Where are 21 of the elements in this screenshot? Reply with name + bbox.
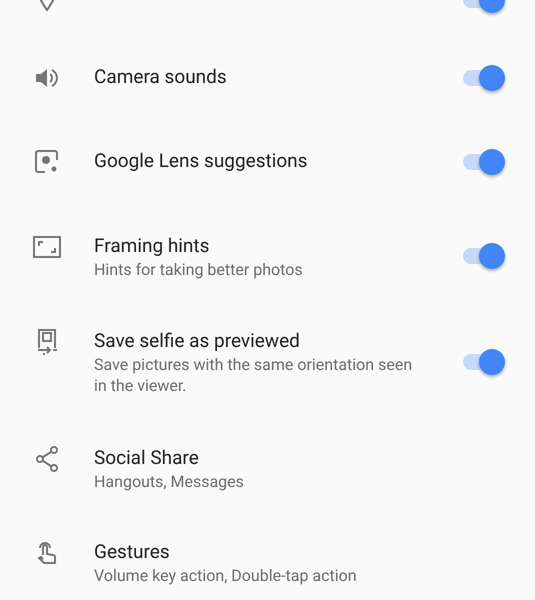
setting-title: Social Share [94,444,200,470]
share-icon [34,444,60,472]
setting-description: Hints for taking better photos [94,258,303,280]
settings-row[interactable]: Google Lens suggestions [0,117,535,207]
settings-row[interactable]: Social Share Hangouts, Messages [0,419,535,517]
setting-title: Save selfie as previewed [94,328,301,354]
frame-icon [32,234,62,258]
setting-title: Camera sounds [94,64,227,90]
settings-row[interactable]: Gestures Volume key action, Double-tap action [0,517,535,600]
setting-title: Framing hints [94,232,210,258]
settings-row[interactable]: Camera sounds [0,39,535,117]
settings-row[interactable]: Save selfie as previewed Save pictures with the same orientation seen in the viewer. [0,305,535,419]
setting-description: Save pictures with the same orientation seen in the viewer. [94,354,414,396]
setting-title: Gestures [94,538,171,564]
settings-row[interactable]: Framing hints Hints for taking better photos [0,207,535,305]
setting-description: Hangouts, Messages [94,470,244,492]
setting-description: Volume key action, Double-tap action [94,564,357,586]
speaker-icon [34,66,60,90]
lens-icon [33,148,61,176]
setting-title: Google Lens suggestions [94,148,308,174]
portrait-swap-icon [36,328,58,356]
